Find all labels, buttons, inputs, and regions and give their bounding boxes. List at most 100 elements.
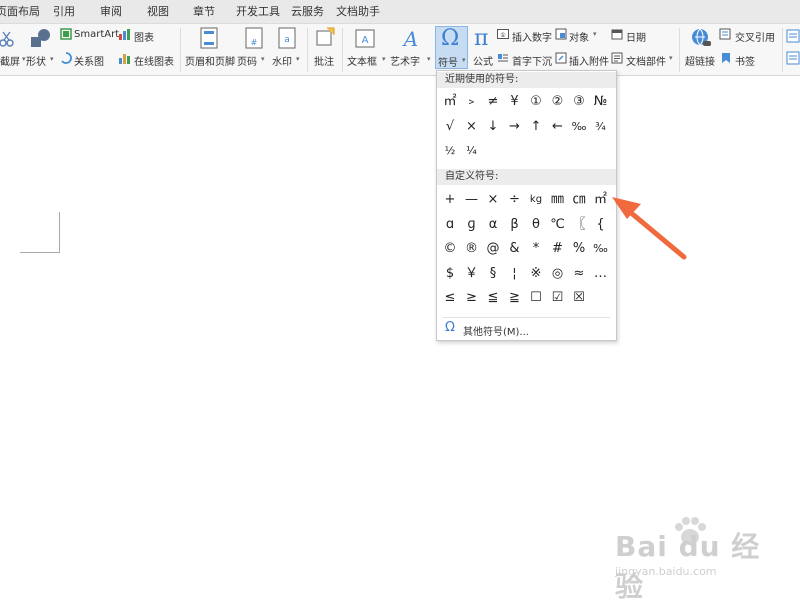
symbol-cell[interactable]: → [505,116,525,138]
more-tools-icon[interactable] [786,29,800,43]
symbol-cell[interactable]: ㎜ [548,189,568,211]
formula-button[interactable]: π 公式 [470,24,496,74]
ribbon-separator [782,28,783,72]
symbol-cell[interactable]: % [569,238,589,260]
tab-references[interactable]: 引用 [53,0,75,24]
symbol-cell[interactable]: × [462,116,482,138]
symbol-cell[interactable]: ㎡ [440,91,460,113]
symbol-cell[interactable]: — [462,189,482,211]
symbol-cell[interactable]: ② [548,91,568,113]
symbol-cell[interactable]: ㎝ [569,189,589,211]
symbol-cell[interactable]: ↑ [526,116,546,138]
symbol-cell[interactable]: ① [526,91,546,113]
symbol-cell[interactable]: © [440,238,460,260]
smartart-button[interactable]: SmartArt [58,27,119,43]
symbol-cell[interactable]: ☐ [526,287,546,309]
doc-parts-icon [611,52,623,64]
more-tools-icon[interactable] [786,51,800,65]
insert-attachment-button[interactable]: 插入附件 [555,51,611,68]
symbol-cell[interactable]: & [505,238,525,260]
symbol-cell[interactable]: α [483,214,503,236]
symbol-cell[interactable]: ® [462,238,482,260]
screenshot-button[interactable]: 截屏 ▾ [0,24,26,74]
symbol-cell[interactable]: ③ [569,91,589,113]
symbol-cell[interactable]: ¥ [505,91,525,113]
chart-button[interactable]: 图表 [118,27,158,44]
textbox-button[interactable]: A 文本框 ▾ [345,24,387,74]
symbol-cell[interactable]: ¾ [591,116,611,138]
symbol-cell[interactable]: ¼ [462,140,482,162]
bookmark-button[interactable]: 书签 [719,51,769,68]
symbol-cell[interactable]: ※ [526,263,546,285]
symbol-cell[interactable]: ≥ [462,287,482,309]
symbol-cell[interactable]: ɑ [440,214,460,236]
symbol-cell[interactable]: … [591,263,611,285]
symbol-cell[interactable]: ☑ [548,287,568,309]
symbol-cell[interactable]: ﹥ [462,91,482,113]
symbol-cell[interactable]: ≠ [483,91,503,113]
symbol-cell[interactable]: * [526,238,546,260]
symbol-cell[interactable]: ≈ [569,263,589,285]
symbol-cell[interactable]: § [483,263,503,285]
doc-parts-button[interactable]: 文档部件 ▾ [611,51,675,68]
symbol-cell[interactable]: ½ [440,140,460,162]
symbol-cell[interactable]: # [548,238,568,260]
object-button[interactable]: 对象 ▾ [555,27,601,44]
symbol-cell[interactable]: ≦ [483,287,503,309]
tab-review[interactable]: 审阅 [100,0,122,24]
attachment-icon [555,52,567,64]
watermark-button[interactable]: a 水印 ▾ [272,24,306,74]
symbol-cell[interactable]: ¦ [505,263,525,285]
online-chart-label: 在线图表 [134,57,174,68]
symbol-cell[interactable]: ÷ [505,189,525,211]
symbol-cell[interactable]: ɡ [462,214,482,236]
relation-diagram-button[interactable]: 关系图 [58,51,108,68]
symbol-cell[interactable]: $ [440,263,460,285]
symbol-cell[interactable]: ‰ [591,238,611,260]
symbol-cell[interactable]: θ [526,214,546,236]
symbol-cell[interactable]: { [591,214,611,236]
wordart-button[interactable]: A 艺术字 ▾ [390,24,434,74]
symbol-cell[interactable]: ￥ [462,263,482,285]
symbol-cell[interactable]: ㎡ [591,189,611,211]
symbol-cell[interactable]: ↓ [483,116,503,138]
drop-cap-button[interactable]: 首字下沉 [497,51,553,68]
symbol-cell[interactable]: √ [440,116,460,138]
hyperlink-button[interactable]: 超链接 [683,24,717,74]
symbol-cell[interactable]: ☒ [569,287,589,309]
cross-reference-button[interactable]: 交叉引用 [719,27,779,44]
tab-page-layout[interactable]: 页面布局 [0,0,40,24]
symbol-cell[interactable]: ‰ [569,116,589,138]
symbol-cell[interactable]: kg [526,189,546,211]
symbol-cell[interactable]: ≤ [440,287,460,309]
more-symbols-item[interactable]: Ω 其他符号(M)... [437,319,616,339]
symbol-cell[interactable]: β [505,214,525,236]
tab-doc-assistant[interactable]: 文档助手 [336,0,380,24]
symbol-cell[interactable]: + [440,189,460,211]
symbol-cell[interactable]: × [483,189,503,211]
tab-developer[interactable]: 开发工具 [236,0,280,24]
symbol-cell[interactable]: ← [548,116,568,138]
more-symbols-label: 其他符号(M)... [463,327,529,338]
custom-symbols-header: 自定义符号: [437,169,616,185]
header-footer-button[interactable]: 页眉和页脚 [183,24,235,74]
ribbon-separator [307,28,308,72]
symbol-cell[interactable]: ℃ [548,214,568,236]
symbol-cell[interactable]: № [591,91,611,113]
comment-button[interactable]: 批注 [309,24,341,74]
symbol-cell[interactable]: 〖 [569,214,589,236]
symbol-cell[interactable]: @ [483,238,503,260]
date-button[interactable]: 日期 [611,27,657,44]
tab-cloud[interactable]: 云服务 [291,0,324,24]
symbol-cell[interactable]: ≧ [505,287,525,309]
online-chart-icon [119,54,130,64]
shapes-button[interactable]: 形状 ▾ [26,24,56,74]
page-number-button[interactable]: # 页码 ▾ [237,24,271,74]
symbol-button[interactable]: Ω 符号 ▾ [435,26,468,69]
insert-number-button[interactable]: ① 插入数字 [497,27,553,44]
symbol-cell[interactable]: ◎ [548,263,568,285]
tab-sections[interactable]: 章节 [193,0,215,24]
tab-view[interactable]: 视图 [147,0,169,24]
comment-icon [316,27,335,46]
online-chart-button[interactable]: 在线图表 [118,51,178,68]
